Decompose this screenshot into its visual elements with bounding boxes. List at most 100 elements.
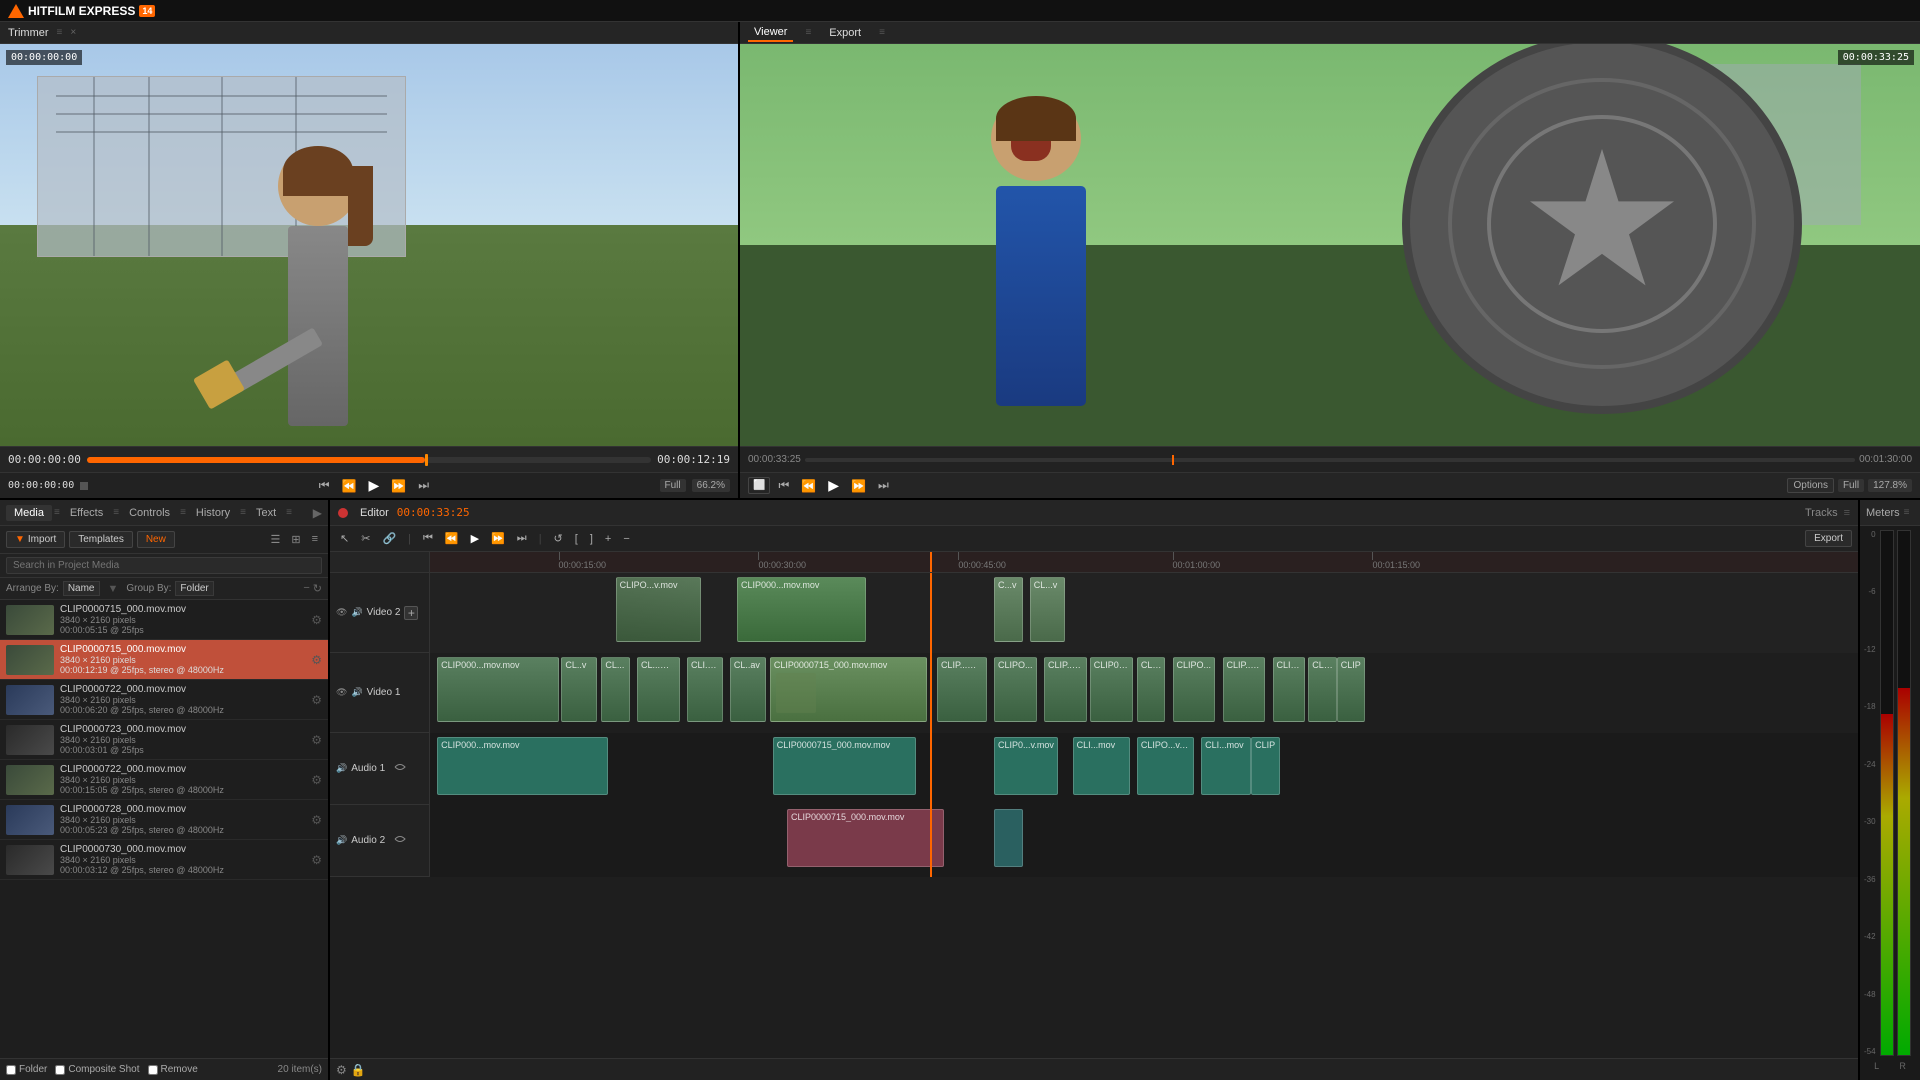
media-item-3[interactable]: CLIP0000723_000.mov.mov3840 × 2160 pixel… bbox=[0, 720, 328, 760]
clip-a1-4[interactable]: CLI...mov bbox=[1073, 737, 1130, 795]
search-input[interactable] bbox=[6, 557, 322, 574]
editor-in-point[interactable]: [ bbox=[571, 531, 582, 547]
tab-media[interactable]: Media bbox=[6, 505, 52, 521]
tab-effects[interactable]: Effects bbox=[62, 505, 111, 521]
viewer-display-options[interactable]: ⬜ bbox=[748, 477, 770, 494]
footer-folder-toggle[interactable]: Folder bbox=[6, 1064, 47, 1075]
trimmer-play[interactable]: ▶ bbox=[364, 475, 383, 496]
viewer-play[interactable]: ▶ bbox=[824, 475, 843, 496]
clip-v1-3[interactable]: CL... bbox=[601, 657, 630, 722]
tab-viewer[interactable]: Viewer bbox=[748, 24, 793, 42]
clip-v2-3[interactable]: C...v bbox=[994, 577, 1023, 642]
clip-a2-1[interactable]: CLIP0000715_000.mov.mov bbox=[787, 809, 944, 867]
tool-magnet[interactable]: 🔗 bbox=[378, 530, 400, 547]
clip-a1-6[interactable]: CLI...mov bbox=[1201, 737, 1251, 795]
track-mute-icon[interactable]: 🔊 bbox=[351, 607, 362, 618]
track-mute-a2-icon[interactable]: 🔊 bbox=[336, 835, 347, 846]
trimmer-menu-icon[interactable]: ≡ bbox=[57, 27, 63, 38]
templates-button[interactable]: Templates bbox=[69, 531, 133, 548]
media-options-btn[interactable]: ≡ bbox=[308, 531, 322, 548]
track-visibility-v1-icon[interactable]: 👁 bbox=[336, 687, 347, 698]
meters-menu-icon[interactable]: ≡ bbox=[1904, 507, 1910, 518]
clip-v1-8[interactable]: CLIP...mov bbox=[937, 657, 987, 722]
clip-v1-14[interactable]: CLIP...mov bbox=[1223, 657, 1266, 722]
editor-play[interactable]: ▶ bbox=[467, 530, 483, 547]
clip-v1-11[interactable]: CLIP0...v.mov bbox=[1090, 657, 1133, 722]
clip-v2-1[interactable]: CLIPO...v.mov bbox=[616, 577, 702, 642]
trimmer-zoom[interactable]: 66.2% bbox=[692, 479, 730, 492]
editor-next-frame[interactable]: ⏩ bbox=[487, 530, 509, 547]
viewer-prev-frame[interactable]: ⏪ bbox=[797, 477, 820, 495]
trimmer-skip-start[interactable]: ⏮ bbox=[315, 476, 334, 495]
editor-zoom-out[interactable]: − bbox=[619, 531, 633, 547]
media-gear-1[interactable]: ⚙ bbox=[311, 653, 322, 667]
media-gear-6[interactable]: ⚙ bbox=[311, 853, 322, 867]
tracks-expand-icon[interactable]: Tracks bbox=[1805, 507, 1838, 519]
clip-v2-4[interactable]: CL...v bbox=[1030, 577, 1066, 642]
viewer-skip-start[interactable]: ⏮ bbox=[774, 476, 793, 495]
clip-v1-2[interactable]: CL..v bbox=[561, 657, 597, 722]
trimmer-prev-frame[interactable]: ⏪ bbox=[338, 477, 361, 495]
editor-out-point[interactable]: ] bbox=[586, 531, 597, 547]
clip-a2-2[interactable] bbox=[994, 809, 1023, 867]
track-mute-a1-icon[interactable]: 🔊 bbox=[336, 763, 347, 774]
tab-controls[interactable]: Controls bbox=[121, 505, 178, 521]
group-value[interactable]: Folder bbox=[175, 581, 213, 596]
media-item-4[interactable]: CLIP0000722_000.mov.mov3840 × 2160 pixel… bbox=[0, 760, 328, 800]
clip-v1-12[interactable]: CLI..mov bbox=[1137, 657, 1166, 722]
list-view-btn[interactable]: ☰ bbox=[266, 531, 284, 548]
tab-history[interactable]: History bbox=[188, 505, 238, 521]
trimmer-skip-end[interactable]: ⏭ bbox=[414, 476, 433, 495]
tool-razor[interactable]: ✂ bbox=[357, 530, 374, 547]
media-gear-2[interactable]: ⚙ bbox=[311, 693, 322, 707]
viewer-quality[interactable]: Full bbox=[1838, 479, 1864, 492]
tab-export[interactable]: Export bbox=[823, 25, 867, 41]
arrange-value[interactable]: Name bbox=[63, 581, 100, 596]
media-item-0[interactable]: CLIP0000715_000.mov.mov3840 × 2160 pixel… bbox=[0, 600, 328, 640]
media-gear-3[interactable]: ⚙ bbox=[311, 733, 322, 747]
editor-skip-end[interactable]: ⏭ bbox=[513, 530, 531, 547]
editor-prev-frame[interactable]: ⏪ bbox=[441, 530, 463, 547]
clip-v2-2[interactable]: CLIP000...mov.mov bbox=[737, 577, 866, 642]
clip-a1-5[interactable]: CLIPO...v.mov bbox=[1137, 737, 1194, 795]
viewer-skip-end[interactable]: ⏭ bbox=[874, 476, 893, 495]
track-mute-v1-icon[interactable]: 🔊 bbox=[351, 687, 362, 698]
media-item-5[interactable]: CLIP0000728_000.mov.mov3840 × 2160 pixel… bbox=[0, 800, 328, 840]
arrange-collapse-icon[interactable]: − bbox=[303, 582, 309, 595]
arrange-refresh-icon[interactable]: ↻ bbox=[313, 582, 322, 595]
trimmer-quality[interactable]: Full bbox=[660, 479, 686, 492]
left-panel-expand[interactable]: ▶ bbox=[313, 506, 322, 520]
clip-a1-2[interactable]: CLIP0000715_000.mov.mov bbox=[773, 737, 916, 795]
new-button[interactable]: New bbox=[137, 531, 175, 548]
clip-v1-16[interactable]: CLI... bbox=[1308, 657, 1337, 722]
record-btn[interactable] bbox=[338, 508, 348, 518]
trimmer-mark-in[interactable] bbox=[80, 482, 88, 490]
clip-v1-15[interactable]: CLI...mov bbox=[1273, 657, 1306, 722]
grid-view-btn[interactable]: ⊞ bbox=[287, 531, 304, 548]
clip-v1-5[interactable]: CLI..mov bbox=[687, 657, 723, 722]
media-gear-4[interactable]: ⚙ bbox=[311, 773, 322, 787]
media-gear-5[interactable]: ⚙ bbox=[311, 813, 322, 827]
clip-a1-7[interactable]: CLIP bbox=[1251, 737, 1280, 795]
timeline-playhead[interactable] bbox=[930, 552, 932, 572]
viewer-zoom[interactable]: 127.8% bbox=[1868, 479, 1912, 492]
clip-v1-10[interactable]: CLIP...mov bbox=[1044, 657, 1087, 722]
track-add-v2[interactable]: + bbox=[404, 606, 418, 620]
viewer-next-frame[interactable]: ⏩ bbox=[847, 477, 870, 495]
tool-pointer[interactable]: ↖ bbox=[336, 530, 353, 547]
timeline-settings-icon[interactable]: ⚙ bbox=[336, 1063, 347, 1077]
media-item-1[interactable]: CLIP0000715_000.mov.mov3840 × 2160 pixel… bbox=[0, 640, 328, 680]
media-item-2[interactable]: CLIP0000722_000.mov.mov3840 × 2160 pixel… bbox=[0, 680, 328, 720]
import-button[interactable]: ▼ Import bbox=[6, 531, 65, 548]
clip-v1-1[interactable]: CLIP000...mov.mov bbox=[437, 657, 558, 722]
clip-v1-13[interactable]: CLIPO... bbox=[1173, 657, 1216, 722]
clip-v1-17[interactable]: CLIP bbox=[1337, 657, 1366, 722]
clip-v1-4[interactable]: CL...mov bbox=[637, 657, 680, 722]
export-button[interactable]: Export bbox=[1805, 530, 1852, 547]
clip-a1-1[interactable]: CLIP000...mov.mov bbox=[437, 737, 608, 795]
viewer-options-btn[interactable]: Options bbox=[1787, 478, 1833, 493]
clip-v1-6[interactable]: CL..av bbox=[730, 657, 766, 722]
media-item-6[interactable]: CLIP0000730_000.mov.mov3840 × 2160 pixel… bbox=[0, 840, 328, 880]
timeline-lock-icon[interactable]: 🔒 bbox=[351, 1063, 366, 1077]
footer-composite-toggle[interactable]: Composite Shot bbox=[55, 1064, 139, 1075]
